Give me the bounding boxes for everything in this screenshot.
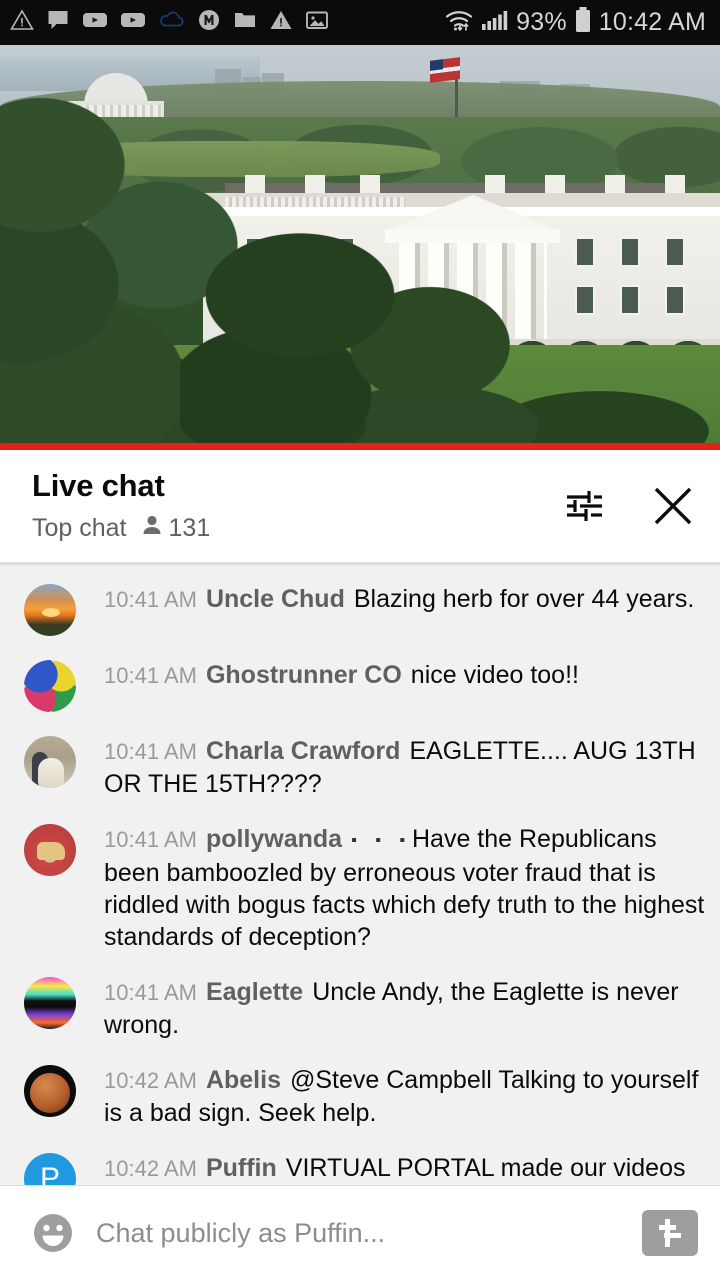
chat-message-body: 10:42 AM Abelis @Steve Campbell Talking to… <box>104 1063 708 1129</box>
status-bar-notification-icons <box>10 8 329 37</box>
android-status-bar: 93% 10:42 AM <box>0 0 720 45</box>
wifi-icon <box>444 7 474 38</box>
chat-input-bar <box>0 1185 720 1280</box>
chat-message-row[interactable]: 10:41 AM Charla Crawford EAGLETTE.... AUG … <box>0 723 720 811</box>
youtube-play-icon <box>120 8 146 37</box>
chat-mode-label[interactable]: Top chat <box>32 514 127 543</box>
chat-message-body: 10:42 AM Puffin VIRTUAL PORTAL made our vi… <box>104 1151 708 1185</box>
battery-percent-label: 93% <box>516 8 567 36</box>
warning-triangle-icon <box>269 8 293 37</box>
chat-bubble-icon <box>46 8 70 37</box>
clock-label: 10:42 AM <box>598 8 706 36</box>
message-timestamp: 10:42 AM <box>104 1068 197 1093</box>
chat-input[interactable] <box>96 1217 624 1249</box>
message-author[interactable]: Abelis <box>206 1066 281 1094</box>
chat-message-body: 10:41 AM Eaglette Uncle Andy, the Eaglette… <box>104 975 708 1041</box>
message-author[interactable]: Ghostrunner CO <box>206 661 402 689</box>
message-author[interactable]: pollywanda <box>206 825 342 853</box>
super-chat-dollar-icon[interactable] <box>642 1210 698 1256</box>
cloud-outline-icon <box>158 8 185 37</box>
cellular-signal-icon <box>481 8 509 37</box>
warning-triangle-icon <box>10 8 34 37</box>
page-title: Live chat <box>32 467 165 503</box>
battery-icon <box>574 6 592 39</box>
viewer-count-label: 131 <box>168 514 211 543</box>
chat-message-body: 10:41 AM Ghostrunner CO nice video too!! <box>104 658 708 692</box>
avatar[interactable] <box>24 584 76 636</box>
message-timestamp: 10:41 AM <box>104 663 197 688</box>
photo-icon <box>305 8 329 37</box>
tune-sliders-icon[interactable] <box>560 483 606 529</box>
chat-message-row[interactable]: P 10:42 AM Puffin VIRTUAL PORTAL made our v… <box>0 1140 720 1185</box>
message-timestamp: 10:41 AM <box>104 587 197 612</box>
chat-message-row[interactable]: 10:42 AM Abelis @Steve Campbell Talking to… <box>0 1052 720 1140</box>
chat-message-row[interactable]: 10:41 AM Eaglette Uncle Andy, the Eaglette… <box>0 964 720 1052</box>
avatar[interactable] <box>24 1065 76 1117</box>
message-author[interactable]: Eaglette <box>206 978 303 1006</box>
white-house-video-frame <box>0 45 720 450</box>
avatar[interactable]: P <box>24 1153 76 1185</box>
chat-message-row[interactable]: 10:41 AM pollywanda ▪ ▪ ▪Have the Republic… <box>0 811 720 964</box>
close-icon[interactable] <box>650 483 696 529</box>
chat-message-body: 10:41 AM Charla Crawford EAGLETTE.... AUG … <box>104 734 708 800</box>
foreground-tree-center <box>180 225 510 450</box>
chat-subheader: Top chat 131 <box>32 513 210 544</box>
chat-message-row[interactable]: 10:41 AM Ghostrunner CO nice video too!! <box>0 647 720 723</box>
message-text: nice video too!! <box>410 661 579 689</box>
message-timestamp: 10:42 AM <box>104 1156 197 1181</box>
message-author[interactable]: Charla Crawford <box>206 737 400 765</box>
m-circle-icon <box>197 8 221 37</box>
live-chat-title-group: Live chat Top chat 131 <box>32 468 210 545</box>
live-chat-message-list[interactable]: 10:41 AM Uncle Chud Blazing herb for over … <box>0 563 720 1185</box>
message-timestamp: 10:41 AM <box>104 980 197 1005</box>
chat-message-row[interactable]: 10:41 AM Uncle Chud Blazing herb for over … <box>0 571 720 647</box>
status-bar-system-icons: 93% 10:42 AM <box>444 6 706 39</box>
live-chat-header: Live chat Top chat 131 <box>0 450 720 563</box>
message-author[interactable]: Puffin <box>206 1154 277 1182</box>
american-flag <box>430 57 460 83</box>
message-author[interactable]: Uncle Chud <box>206 585 345 613</box>
avatar[interactable] <box>24 824 76 876</box>
person-icon <box>141 513 163 544</box>
message-text: Blazing herb for over 44 years. <box>353 585 695 613</box>
avatar[interactable] <box>24 977 76 1029</box>
youtube-play-icon <box>82 8 108 37</box>
emoji-smiley-icon[interactable] <box>28 1208 78 1258</box>
chat-header-actions <box>560 483 696 529</box>
message-timestamp: 10:41 AM <box>104 827 197 852</box>
viewer-count: 131 <box>141 513 211 544</box>
chat-message-body: 10:41 AM Uncle Chud Blazing herb for over … <box>104 582 708 616</box>
youtube-live-chat-screen: 93% 10:42 AM Live chat Top chat 131 10:4… <box>0 0 720 1280</box>
message-text: VIRTUAL PORTAL made our videos <box>285 1154 686 1182</box>
video-player[interactable] <box>0 45 720 450</box>
avatar[interactable] <box>24 736 76 788</box>
message-emoji-bullets: ▪ ▪ ▪ <box>351 832 412 849</box>
folder-icon <box>233 8 257 37</box>
message-timestamp: 10:41 AM <box>104 739 197 764</box>
avatar[interactable] <box>24 660 76 712</box>
chat-message-body: 10:41 AM pollywanda ▪ ▪ ▪Have the Republic… <box>104 822 708 953</box>
video-progress-bar[interactable] <box>0 443 720 450</box>
